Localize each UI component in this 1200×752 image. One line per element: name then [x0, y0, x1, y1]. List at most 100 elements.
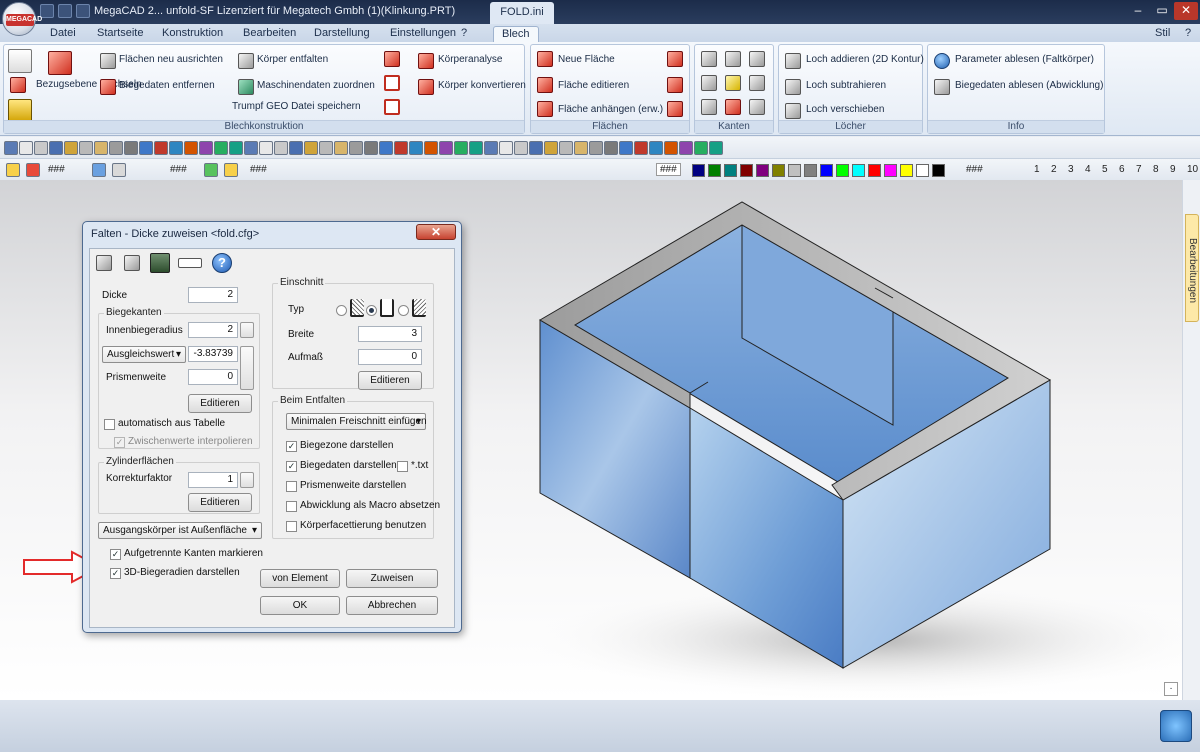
color-swatch[interactable] — [788, 164, 801, 177]
loch-verschieben-button[interactable]: Loch verschieben — [806, 104, 884, 115]
kante-icon[interactable] — [725, 99, 741, 115]
tab-einstellungen[interactable]: Einstellungen — [390, 26, 456, 42]
toolbar-tool-icon[interactable] — [4, 141, 18, 155]
facettierung-checkbox[interactable] — [286, 521, 297, 532]
toolbar-tool-icon[interactable] — [409, 141, 423, 155]
toolbar-tool-icon[interactable] — [574, 141, 588, 155]
entfalten-icon[interactable] — [238, 53, 254, 69]
layer-number[interactable]: 2 — [1051, 164, 1057, 175]
bearbeitungen-tab[interactable]: Bearbeitungen — [1185, 214, 1199, 322]
toolbar-tool-icon[interactable] — [484, 141, 498, 155]
typ-radio-2[interactable] — [366, 305, 377, 316]
toolbar-tool-icon[interactable] — [664, 141, 678, 155]
toolbar-tool-icon[interactable] — [394, 141, 408, 155]
color-swatch[interactable] — [692, 164, 705, 177]
ruler-icon[interactable] — [178, 258, 202, 268]
close-icon[interactable]: ✕ — [1174, 2, 1198, 20]
flaeche-editieren-button[interactable]: Fläche editieren — [558, 80, 629, 91]
toolbar-tool-icon[interactable] — [79, 141, 93, 155]
color-swatch[interactable] — [708, 164, 721, 177]
toolbar-tool-icon[interactable] — [244, 141, 258, 155]
zoom-fit-icon[interactable]: · — [1164, 682, 1178, 696]
table-icon[interactable] — [240, 346, 254, 390]
loch-verschieben-icon[interactable] — [785, 103, 801, 119]
toolbar-tool-icon[interactable] — [259, 141, 273, 155]
toolbar-tool-icon[interactable] — [169, 141, 183, 155]
blech-l-icon[interactable] — [384, 75, 400, 91]
color-swatch[interactable] — [852, 164, 865, 177]
biegeradien-3d-checkbox[interactable]: ✓ — [110, 568, 121, 579]
color-swatch[interactable] — [740, 164, 753, 177]
color-swatch[interactable] — [772, 164, 785, 177]
biegedaten-entfernen-button[interactable]: Biegedaten entfernen — [119, 80, 215, 91]
neue-flaeche-button[interactable]: Neue Fläche — [558, 54, 615, 65]
toolbar-tool-icon[interactable] — [154, 141, 168, 155]
kante-icon[interactable] — [725, 75, 741, 91]
biegedaten-entfernen-icon[interactable] — [100, 79, 116, 95]
layer-number[interactable]: 8 — [1153, 164, 1159, 175]
toolbar-tool-icon[interactable] — [26, 163, 40, 177]
minimize-icon[interactable]: – — [1126, 2, 1150, 20]
quick-access-icon[interactable] — [76, 4, 90, 18]
kante-icon[interactable] — [749, 99, 765, 115]
ausgleich-select[interactable]: Ausgleichswert — [102, 346, 186, 363]
toolbar-tool-icon[interactable] — [304, 141, 318, 155]
innenbiegeradius-input[interactable]: 2 — [188, 322, 238, 338]
biegedaten-checkbox[interactable]: ✓ — [286, 461, 297, 472]
layer-number[interactable]: 7 — [1136, 164, 1142, 175]
abbrechen-button[interactable]: Abbrechen — [346, 596, 438, 615]
toolbar-tool-icon[interactable] — [34, 141, 48, 155]
toolbar-tool-icon[interactable] — [49, 141, 63, 155]
von-element-button[interactable]: von Element — [260, 569, 340, 588]
neue-flaeche-icon[interactable] — [537, 51, 553, 67]
toolbar-tool-icon[interactable] — [454, 141, 468, 155]
flaechen-neu-ausrichten-button[interactable]: Flächen neu ausrichten — [119, 54, 223, 65]
konvertieren-icon[interactable] — [418, 79, 434, 95]
ausrichten-icon[interactable] — [100, 53, 116, 69]
toolbar-tool-icon[interactable] — [544, 141, 558, 155]
koerperanalyse-button[interactable]: Körperanalyse — [438, 54, 502, 65]
breite-input[interactable]: 3 — [358, 326, 422, 342]
loch-addieren-icon[interactable] — [785, 53, 801, 69]
ok-button[interactable]: OK — [260, 596, 340, 615]
context-tab[interactable]: FOLD.ini — [490, 2, 554, 24]
ausgleich-input[interactable]: -3.83739 — [188, 346, 238, 362]
toolbar-tool-icon[interactable] — [709, 141, 723, 155]
dicke-input[interactable]: 2 — [188, 287, 238, 303]
kante-icon[interactable] — [725, 51, 741, 67]
macro-checkbox[interactable] — [286, 501, 297, 512]
aufmass-input[interactable]: 0 — [358, 349, 422, 365]
toolbar-tool-icon[interactable] — [439, 141, 453, 155]
zuweisen-button[interactable]: Zuweisen — [346, 569, 438, 588]
toolbar-tool-icon[interactable] — [334, 141, 348, 155]
table-icon[interactable] — [240, 322, 254, 338]
dialog-close-button[interactable]: ✕ — [416, 224, 456, 240]
koerperanalyse-icon[interactable] — [418, 53, 434, 69]
korrektur-input[interactable]: 1 — [188, 472, 238, 488]
toolbar-tool-icon[interactable] — [559, 141, 573, 155]
flaeche-editieren-icon[interactable] — [537, 77, 553, 93]
editieren-button[interactable]: Editieren — [188, 493, 252, 512]
toolbar-tool-icon[interactable] — [92, 163, 106, 177]
color-swatch[interactable] — [916, 164, 929, 177]
stil-menu[interactable]: Stil — [1155, 26, 1170, 42]
koerper-entfalten-button[interactable]: Körper entfalten — [257, 54, 328, 65]
toolbar-tool-icon[interactable] — [6, 163, 20, 177]
tab-darstellung[interactable]: Darstellung — [314, 26, 370, 42]
flaechen-neu-icon[interactable] — [48, 51, 72, 75]
blech-tool-icon[interactable] — [384, 51, 400, 67]
toolbar-tool-icon[interactable] — [424, 141, 438, 155]
quick-access-icon[interactable] — [58, 4, 72, 18]
color-value[interactable]: ### — [656, 163, 681, 176]
koerper-konvertieren-button[interactable]: Körper konvertieren — [438, 80, 526, 91]
toolbar-tool-icon[interactable] — [274, 141, 288, 155]
toolbar-tool-icon[interactable] — [694, 141, 708, 155]
kante-icon[interactable] — [749, 75, 765, 91]
toolbar-tool-icon[interactable] — [94, 141, 108, 155]
flaeche-anhaengen-icon[interactable] — [537, 101, 553, 117]
toolbar-tool-icon[interactable] — [229, 141, 243, 155]
freischnitt-select[interactable]: Minimalen Freischnitt einfügen — [286, 413, 427, 430]
toolbar-tool-icon[interactable] — [514, 141, 528, 155]
biegedaten-ablesen-button[interactable]: Biegedaten ablesen (Abwicklung) — [955, 80, 1103, 91]
bezugsebene-icon[interactable] — [10, 77, 26, 93]
